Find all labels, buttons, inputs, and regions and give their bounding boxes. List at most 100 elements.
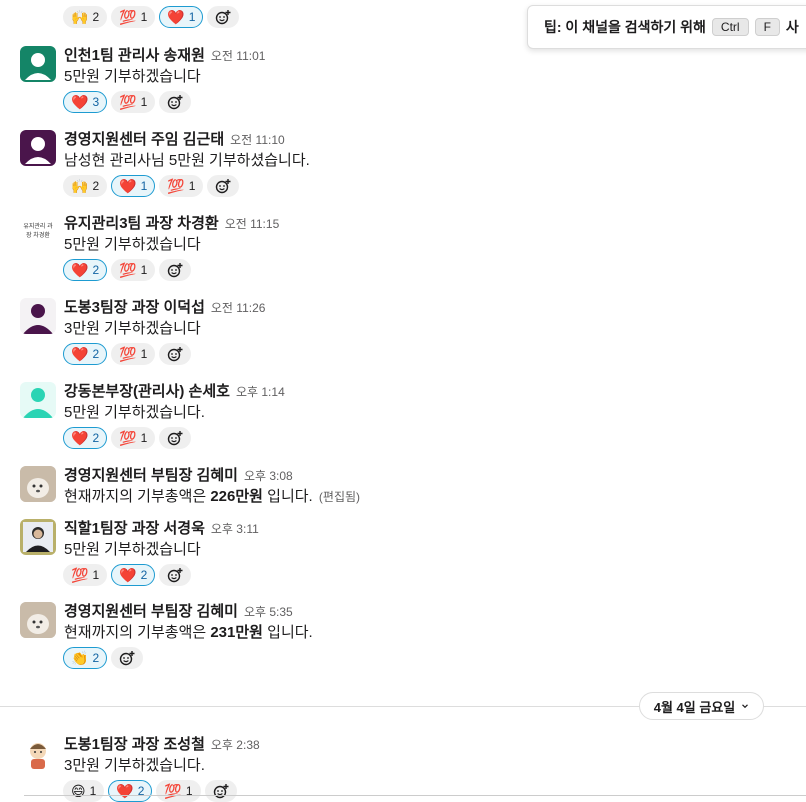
reaction-hundred[interactable]: 💯 1 bbox=[111, 6, 156, 28]
clapping-hands-icon: 👏 bbox=[71, 650, 89, 666]
message-text: 남성현 관리사님 5만원 기부하셨습니다. bbox=[64, 152, 310, 169]
reaction-count: 2 bbox=[92, 10, 100, 24]
hundred-icon: 💯 bbox=[119, 9, 137, 25]
sender-name[interactable]: 도봉3팀장 과장 이덕섭 bbox=[64, 299, 205, 316]
raised-hands-icon: 🙌 bbox=[71, 178, 89, 194]
timestamp[interactable]: 오후 1:14 bbox=[236, 385, 285, 399]
reaction-count: 1 bbox=[92, 568, 100, 582]
reaction-hundred[interactable]: 💯 1 bbox=[111, 427, 156, 449]
reaction-bar: ❤️ 2 💯 1 bbox=[63, 343, 192, 365]
reaction-count: 2 bbox=[140, 568, 148, 582]
timestamp[interactable]: 오전 11:15 bbox=[225, 217, 280, 231]
hundred-icon: 💯 bbox=[119, 94, 137, 110]
sender-name[interactable]: 도봉1팀장 과장 조성철 bbox=[64, 736, 205, 753]
kbd-f: F bbox=[754, 18, 780, 36]
reaction-count: 1 bbox=[188, 10, 196, 24]
avatar[interactable] bbox=[20, 46, 56, 82]
add-reaction-button[interactable] bbox=[111, 647, 144, 669]
tip-trail-text: 사 bbox=[785, 19, 799, 35]
search-tip-popup: 팁: 이 채널을 검색하기 위해 Ctrl F 사 bbox=[527, 5, 806, 49]
add-reaction-button[interactable] bbox=[207, 6, 240, 28]
add-reaction-button[interactable] bbox=[159, 91, 192, 113]
dog-photo-icon bbox=[20, 602, 56, 638]
message-text: 5만원 기부하겠습니다. bbox=[64, 404, 205, 421]
reaction-heart[interactable]: ❤️ 2 bbox=[108, 780, 153, 802]
reaction-hundred[interactable]: 💯 1 bbox=[63, 564, 108, 586]
add-reaction-icon bbox=[168, 431, 183, 446]
add-reaction-button[interactable] bbox=[159, 564, 192, 586]
reaction-hundred[interactable]: 💯 1 bbox=[111, 91, 156, 113]
message-text: 5만원 기부하겠습니다 bbox=[64, 236, 201, 253]
sender-name[interactable]: 유지관리3팀 과장 차경환 bbox=[64, 215, 219, 232]
date-divider-button[interactable]: 4월 4일 금요일 bbox=[639, 692, 764, 720]
reaction-raised-hands[interactable]: 🙌 2 bbox=[63, 175, 108, 197]
reaction-smile[interactable]: 😄 1 bbox=[63, 780, 105, 802]
cartoon-avatar-icon bbox=[30, 743, 46, 769]
reaction-heart[interactable]: ❤️ 2 bbox=[111, 564, 156, 586]
tip-text: 팁: 이 채널을 검색하기 위해 bbox=[544, 19, 706, 35]
reaction-bar: ❤️ 2 💯 1 bbox=[63, 427, 192, 449]
reaction-hundred[interactable]: 💯 1 bbox=[111, 343, 156, 365]
hundred-icon: 💯 bbox=[167, 178, 185, 194]
reaction-heart[interactable]: ❤️ 2 bbox=[63, 427, 108, 449]
message-text: 현재까지의 기부총액은 226만원 입니다. (편집됨) bbox=[64, 485, 360, 506]
timestamp[interactable]: 오후 3:08 bbox=[244, 469, 293, 483]
avatar[interactable] bbox=[20, 382, 56, 418]
add-reaction-button[interactable] bbox=[207, 175, 240, 197]
message-text: 현재까지의 기부총액은 231만원 입니다. bbox=[64, 621, 313, 642]
add-reaction-icon bbox=[168, 347, 183, 362]
reaction-count: 2 bbox=[92, 263, 100, 277]
avatar[interactable] bbox=[20, 602, 56, 638]
reaction-clap[interactable]: 👏 2 bbox=[63, 647, 108, 669]
add-reaction-button[interactable] bbox=[204, 780, 237, 802]
timestamp[interactable]: 오후 5:35 bbox=[244, 605, 293, 619]
avatar[interactable] bbox=[20, 130, 56, 166]
add-reaction-button[interactable] bbox=[159, 343, 192, 365]
add-reaction-button[interactable] bbox=[159, 427, 192, 449]
reaction-count: 1 bbox=[140, 431, 148, 445]
avatar[interactable] bbox=[20, 466, 56, 502]
reaction-hundred[interactable]: 💯 1 bbox=[159, 175, 204, 197]
hundred-icon: 💯 bbox=[119, 262, 137, 278]
heart-icon: ❤️ bbox=[119, 178, 137, 194]
text-part: 현재까지의 기부총액은 bbox=[64, 624, 211, 641]
message-text: 5만원 기부하겠습니다 bbox=[64, 68, 201, 85]
avatar[interactable]: 유지관리 과장 차경환 bbox=[20, 214, 56, 250]
heart-icon: ❤️ bbox=[119, 567, 137, 583]
sender-name[interactable]: 직할1팀장 과장 서경욱 bbox=[64, 520, 205, 537]
raised-hands-icon: 🙌 bbox=[71, 9, 89, 25]
timestamp[interactable]: 오후 3:11 bbox=[211, 522, 259, 536]
avatar[interactable] bbox=[20, 298, 56, 334]
reaction-heart[interactable]: ❤️ 2 bbox=[63, 259, 108, 281]
timestamp[interactable]: 오전 11:10 bbox=[230, 133, 285, 147]
timestamp[interactable]: 오전 11:01 bbox=[211, 49, 266, 63]
sender-name[interactable]: 경영지원센터 부팀장 김혜미 bbox=[64, 467, 238, 484]
reaction-heart[interactable]: ❤️ 1 bbox=[111, 175, 156, 197]
sender-name[interactable]: 경영지원센터 부팀장 김혜미 bbox=[64, 603, 238, 620]
reaction-count: 1 bbox=[140, 347, 148, 361]
reaction-heart[interactable]: ❤️ 2 bbox=[63, 343, 108, 365]
timestamp[interactable]: 오전 11:26 bbox=[211, 301, 266, 315]
add-reaction-button[interactable] bbox=[159, 259, 192, 281]
heart-icon: ❤️ bbox=[71, 262, 89, 278]
reaction-hundred[interactable]: 💯 1 bbox=[156, 780, 201, 802]
reaction-count: 1 bbox=[140, 263, 148, 277]
sender-name[interactable]: 인천1팀 관리사 송재원 bbox=[64, 47, 205, 64]
user-silhouette-icon bbox=[23, 388, 53, 418]
composer-top-border bbox=[24, 795, 806, 796]
reaction-heart[interactable]: ❤️ 3 bbox=[63, 91, 108, 113]
timestamp[interactable]: 오후 2:38 bbox=[211, 738, 260, 752]
add-reaction-icon bbox=[168, 568, 183, 583]
sender-name[interactable]: 강동본부장(관리사) 손세호 bbox=[64, 383, 230, 400]
avatar[interactable] bbox=[20, 735, 56, 771]
reaction-raised-hands[interactable]: 🙌 2 bbox=[63, 6, 108, 28]
reaction-hundred[interactable]: 💯 1 bbox=[111, 259, 156, 281]
add-reaction-icon bbox=[216, 179, 231, 194]
reaction-bar: 🙌 2 ❤️ 1 💯 1 bbox=[63, 175, 240, 197]
reaction-count: 3 bbox=[92, 95, 100, 109]
reaction-heart[interactable]: ❤️ 1 bbox=[159, 6, 204, 28]
avatar-text: 유지관리 과장 차경환 bbox=[23, 224, 53, 239]
sender-name[interactable]: 경영지원센터 주임 김근태 bbox=[64, 131, 224, 148]
avatar[interactable] bbox=[20, 519, 56, 555]
message-text: 5만원 기부하겠습니다 bbox=[64, 541, 201, 558]
